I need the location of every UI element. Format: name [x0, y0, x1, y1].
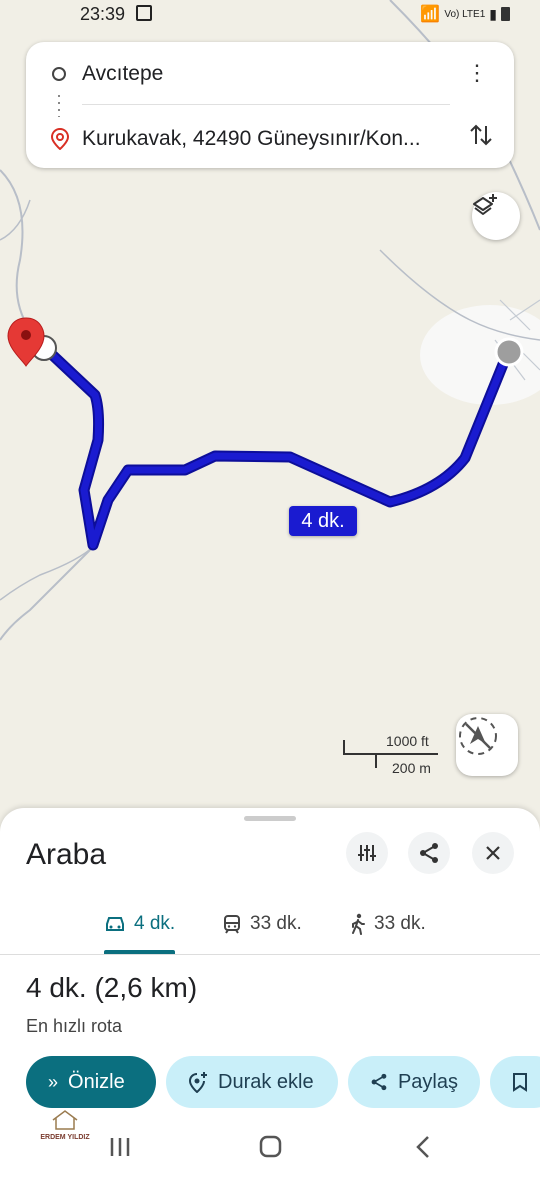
share-button[interactable]: Paylaş — [348, 1056, 480, 1108]
more-options-icon[interactable]: ⋮ — [466, 62, 488, 84]
origin-marker[interactable] — [494, 337, 524, 367]
home-icon[interactable] — [259, 1135, 282, 1158]
wifi-icon: 📶 — [420, 6, 441, 23]
compass-off-icon — [459, 717, 497, 755]
travel-mode-tabs: 4 dk. 33 dk. 33 dk. — [0, 896, 540, 955]
route-summary: 4 dk. (2,6 km) — [26, 972, 198, 1003]
route-duration-label[interactable]: 4 dk. — [289, 506, 357, 536]
add-stop-label: Durak ekle — [218, 1070, 314, 1093]
tab-car-label: 4 dk. — [134, 913, 176, 934]
destination-pin-outline-icon — [51, 128, 69, 150]
route-options-button[interactable] — [346, 832, 388, 874]
share-icon — [420, 843, 438, 863]
walk-icon — [352, 913, 365, 935]
drag-handle[interactable] — [244, 816, 296, 821]
preview-button[interactable]: » Önizle — [26, 1056, 156, 1108]
gallery-notification-icon — [136, 5, 152, 21]
directions-card: Avcıtepe Kurukavak, 42490 Güneysınır/Kon… — [26, 42, 514, 168]
back-icon[interactable] — [416, 1136, 429, 1158]
signal-icon: ▮ — [489, 5, 497, 22]
origin-circle-icon — [52, 67, 66, 81]
preview-label: Önizle — [68, 1070, 125, 1093]
share-label: Paylaş — [397, 1070, 458, 1093]
battery-icon — [501, 7, 510, 21]
share-route-button[interactable] — [408, 832, 450, 874]
layers-icon — [473, 194, 497, 215]
double-chevron-icon: » — [48, 1071, 59, 1092]
train-icon — [224, 915, 240, 934]
action-buttons: » Önizle Durak ekle Paylaş — [26, 1056, 540, 1110]
close-button[interactable] — [472, 832, 514, 874]
watermark-logo: ERDEM YILDIZ — [30, 1108, 100, 1152]
house-logo-icon — [52, 1110, 78, 1130]
swap-icon[interactable] — [468, 122, 494, 148]
status-time: 23:39 — [80, 4, 126, 24]
tab-car[interactable]: 4 dk. — [104, 896, 176, 954]
add-stop-button[interactable]: Durak ekle — [166, 1056, 338, 1108]
recenter-button[interactable] — [456, 714, 518, 776]
scale-ft-label: 1000 ft — [386, 733, 429, 749]
scale-m-label: 200 m — [392, 760, 431, 776]
map-scale: 1000 ft 200 m — [342, 732, 442, 778]
bookmark-icon — [513, 1073, 527, 1092]
origin-field[interactable]: Avcıtepe — [82, 62, 462, 86]
tab-walk[interactable]: 33 dk. — [350, 896, 426, 952]
share-chip-icon — [371, 1073, 387, 1091]
close-icon — [486, 846, 500, 860]
save-button[interactable] — [490, 1056, 540, 1108]
network-label: Vo) LTE1 — [444, 8, 486, 20]
status-bar: 23:39 📶 Vo) LTE1 ▮ — [0, 0, 540, 30]
layers-button[interactable] — [472, 192, 520, 240]
tab-transit-label: 33 dk. — [250, 913, 302, 934]
tab-transit[interactable]: 33 dk. — [222, 896, 302, 952]
car-icon — [106, 917, 124, 931]
travel-mode-title: Araba — [26, 838, 107, 871]
status-icons: 📶 Vo) LTE1 ▮ — [420, 4, 510, 24]
tune-icon — [358, 845, 376, 861]
add-location-icon — [188, 1072, 207, 1093]
recent-apps-icon[interactable] — [110, 1138, 130, 1156]
tab-walk-label: 33 dk. — [374, 913, 426, 934]
route-description: En hızlı rota — [26, 1016, 123, 1036]
destination-field[interactable]: Kurukavak, 42490 Güneysınır/Kon... — [82, 127, 462, 151]
route-dots — [58, 95, 60, 117]
